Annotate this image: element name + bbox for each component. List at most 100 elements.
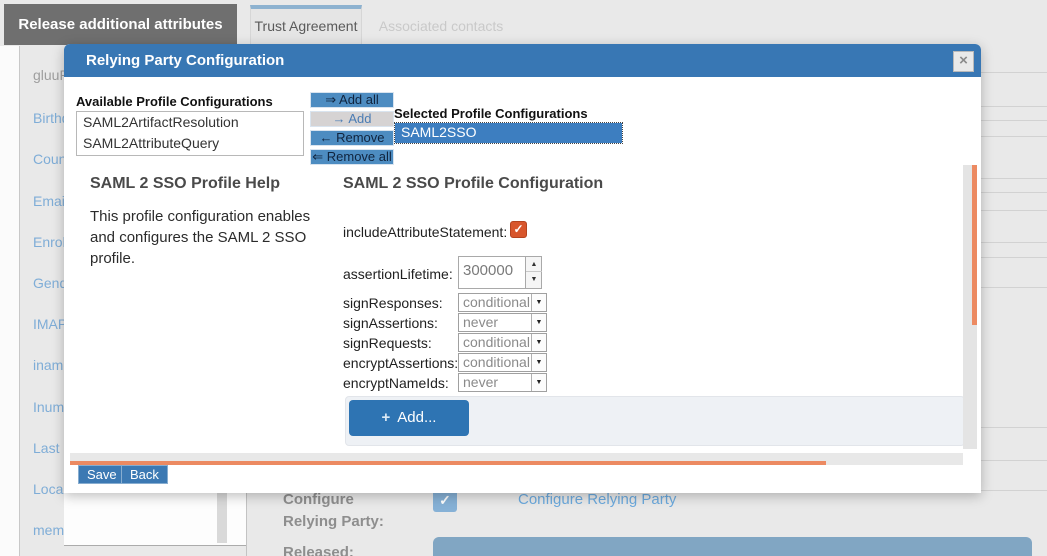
sign-assertions-select[interactable]: never ▼ (458, 313, 547, 332)
encrypt-nameids-value: never (463, 374, 498, 391)
add-profile-button-label: Add... (397, 409, 436, 426)
arrow-double-right-icon: ⇒ (325, 92, 336, 107)
spinner-down-button[interactable]: ▼ (526, 272, 542, 287)
row-divider (981, 490, 1047, 491)
include-attribute-statement-label: includeAttributeStatement: (343, 224, 507, 240)
profile-configuration-heading: SAML 2 SSO Profile Configuration (343, 175, 603, 193)
sign-responses-value: conditional (463, 294, 530, 311)
sign-responses-label: signResponses: (343, 295, 443, 311)
page-title: Release additional attributes (4, 4, 237, 45)
sidebar-item-imap[interactable]: IMAP (33, 316, 67, 332)
spinner-up-button[interactable]: ▲ (526, 257, 542, 272)
vertical-scrollbar[interactable] (963, 165, 977, 449)
relying-party-configuration-modal: Relying Party Configuration × Available … (64, 44, 981, 493)
profile-help-heading: SAML 2 SSO Profile Help (90, 175, 280, 193)
row-divider (981, 257, 1047, 258)
add-all-button[interactable]: ⇒ Add all (310, 92, 394, 108)
assertion-lifetime-stepper[interactable]: 300000 ▲ ▼ (458, 256, 542, 289)
list-item[interactable]: SAML2ArtifactResolution (77, 112, 303, 133)
attribute-list-panel (64, 493, 246, 546)
dropdown-arrow-icon: ▼ (531, 314, 546, 331)
tab-associated-contacts[interactable]: Associated contacts (366, 5, 516, 44)
sidebar-item-inum[interactable]: Inum (33, 399, 64, 415)
released-label: Released: (283, 544, 354, 556)
check-icon: ✓ (439, 492, 451, 508)
chevron-up-icon: ▲ (531, 261, 538, 268)
row-divider (981, 210, 1047, 211)
dropdown-arrow-icon: ▼ (531, 294, 546, 311)
row-divider (981, 192, 1047, 193)
arrow-right-icon: → (332, 111, 345, 126)
assertion-lifetime-label: assertionLifetime: (343, 266, 453, 282)
encrypt-assertions-value: conditional (463, 354, 530, 371)
encrypt-nameids-label: encryptNameIds: (343, 375, 449, 391)
close-button[interactable]: × (953, 51, 974, 72)
remove-all-button[interactable]: ⇐ Remove all (310, 149, 394, 165)
stepper-buttons: ▲ ▼ (525, 257, 541, 288)
add-button[interactable]: → Add (310, 111, 394, 127)
remove-label: Remove (336, 130, 384, 145)
arrow-left-icon: ← (319, 130, 332, 145)
left-gutter (0, 46, 20, 556)
row-divider (981, 427, 1047, 428)
dropdown-arrow-icon: ▼ (531, 334, 546, 351)
horizontal-scrollbar[interactable] (70, 453, 963, 465)
sign-assertions-label: signAssertions: (343, 315, 438, 331)
selected-profile-configurations-label: Selected Profile Configurations (394, 106, 588, 121)
sign-assertions-value: never (463, 314, 498, 331)
chevron-down-icon: ▼ (531, 276, 538, 283)
form-divider (246, 490, 247, 556)
plus-icon: + (382, 409, 391, 426)
configure-relying-party-label: Configure Relying Party: (283, 489, 395, 533)
sidebar-item-email[interactable]: Email (33, 193, 68, 209)
selected-profile-list[interactable]: SAML2SSO (394, 122, 623, 144)
row-divider (981, 136, 1047, 137)
add-profile-button[interactable]: + Add... (349, 400, 469, 436)
available-profile-configurations-label: Available Profile Configurations (76, 94, 273, 109)
modal-title: Relying Party Configuration (86, 44, 284, 77)
sign-requests-select[interactable]: conditional ▼ (458, 333, 547, 352)
row-divider (981, 242, 1047, 243)
screen: Release additional attributes Trust Agre… (0, 0, 1047, 556)
encrypt-nameids-select[interactable]: never ▼ (458, 373, 547, 392)
add-label: Add (348, 111, 371, 126)
add-all-label: Add all (339, 92, 379, 107)
check-icon: ✓ (513, 222, 523, 236)
row-divider (981, 106, 1047, 107)
sign-requests-label: signRequests: (343, 335, 432, 351)
assertion-lifetime-value[interactable]: 300000 (459, 257, 524, 288)
row-divider (981, 460, 1047, 461)
selected-list-item[interactable]: SAML2SSO (395, 123, 622, 143)
remove-all-label: Remove all (327, 149, 392, 164)
profile-help-text: This profile configuration enables and c… (90, 206, 325, 269)
sign-responses-select[interactable]: conditional ▼ (458, 293, 547, 312)
sign-requests-value: conditional (463, 334, 530, 351)
add-panel: + Add... (345, 396, 965, 446)
close-icon: × (959, 52, 968, 69)
row-divider (981, 178, 1047, 179)
available-profile-list[interactable]: SAML2ArtifactResolution SAML2AttributeQu… (76, 111, 304, 156)
list-item[interactable]: SAML2AttributeQuery (77, 133, 303, 154)
tab-trust-agreement[interactable]: Trust Agreement (250, 5, 362, 44)
encrypt-assertions-label: encryptAssertions: (343, 355, 458, 371)
dropdown-arrow-icon: ▼ (531, 354, 546, 371)
sidebar-item-locale[interactable]: Local (33, 481, 66, 497)
horizontal-scrollbar-thumb[interactable] (70, 461, 826, 465)
sidebar-item-gender[interactable]: Gend (33, 275, 67, 291)
dropdown-arrow-icon: ▼ (531, 374, 546, 391)
row-divider (981, 287, 1047, 288)
sidebar-item-country[interactable]: Coun (33, 151, 66, 167)
save-button[interactable]: Save (78, 465, 126, 484)
row-divider (981, 120, 1047, 121)
vertical-scrollbar-thumb[interactable] (972, 165, 977, 325)
include-attribute-statement-checkbox[interactable]: ✓ (510, 221, 527, 238)
encrypt-assertions-select[interactable]: conditional ▼ (458, 353, 547, 372)
remove-button[interactable]: ← Remove (310, 130, 394, 146)
back-button[interactable]: Back (121, 465, 168, 484)
attribute-list-scrollbar[interactable] (217, 493, 227, 543)
released-value-box[interactable] (433, 537, 1032, 556)
configure-relying-party-link[interactable]: Configure Relying Party (518, 491, 676, 508)
row-divider (981, 72, 1047, 73)
arrow-double-left-icon: ⇐ (312, 149, 323, 164)
modal-header: Relying Party Configuration (64, 44, 981, 77)
